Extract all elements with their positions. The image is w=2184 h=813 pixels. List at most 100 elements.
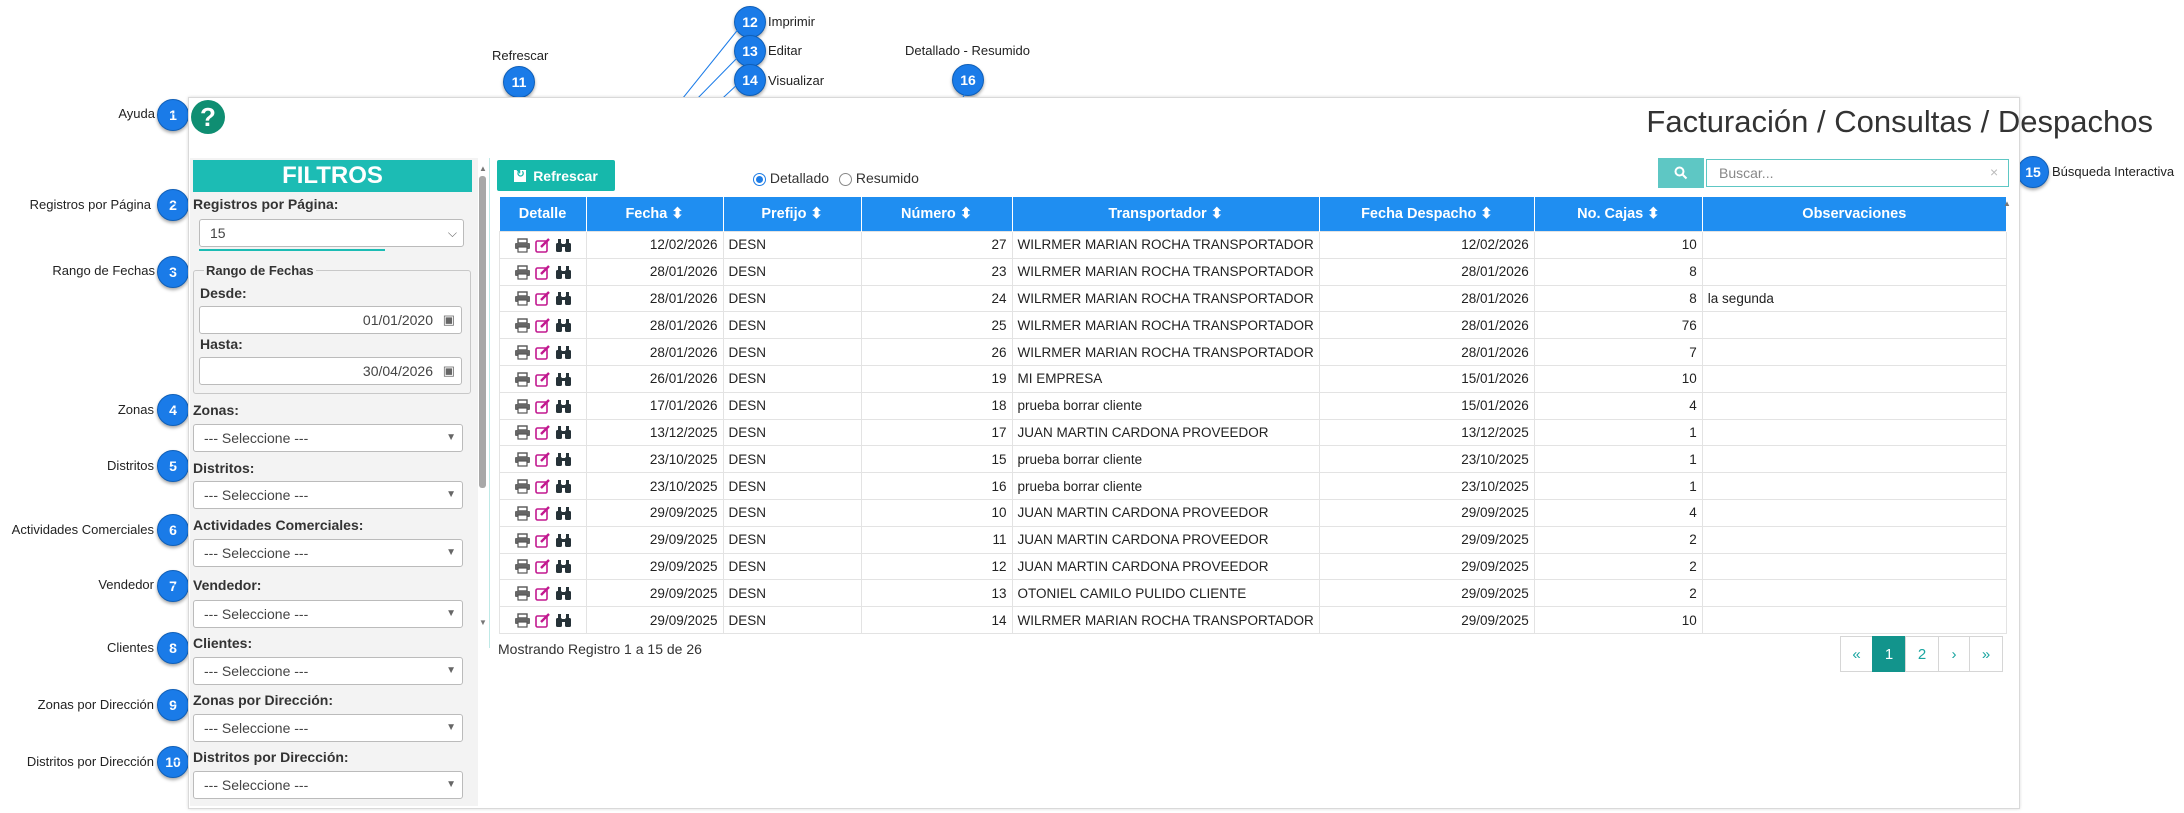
search-input[interactable]: Buscar... — [1706, 159, 2009, 187]
edit-icon[interactable] — [534, 425, 551, 441]
print-icon[interactable] — [514, 479, 531, 494]
print-icon[interactable] — [514, 506, 531, 521]
print-icon[interactable] — [514, 452, 531, 467]
zonas-select[interactable]: --- Seleccione --- ▼ — [193, 424, 463, 452]
table-row[interactable]: 28/01/2026 DESN 24 WILRMER MARIAN ROCHA TRA… — [499, 284, 2007, 313]
col-prefijo[interactable]: Prefijo ⬍ — [723, 197, 862, 232]
desde-date-input[interactable]: 01/01/2020 ▣ — [199, 306, 462, 334]
zonas-direccion-select[interactable]: --- Seleccione --- ▼ — [193, 714, 463, 742]
table-row[interactable]: 26/01/2026 DESN 19 MI EMPRESA 15/01/2026 10 — [499, 364, 2007, 393]
binoculars-icon[interactable] — [555, 586, 572, 601]
binoculars-icon[interactable] — [555, 452, 572, 467]
scroll-down-arrow[interactable]: ▼ — [479, 618, 487, 627]
binoculars-icon[interactable] — [555, 345, 572, 360]
calendar-icon[interactable]: ▣ — [443, 358, 455, 384]
print-icon[interactable] — [514, 586, 531, 601]
col-detalle[interactable]: Detalle — [499, 197, 587, 232]
table-row[interactable]: 17/01/2026 DESN 18 prueba borrar cliente 15/… — [499, 391, 2007, 420]
scrollbar-thumb[interactable] — [479, 176, 486, 488]
edit-icon[interactable] — [534, 318, 551, 334]
edit-icon[interactable] — [534, 586, 551, 602]
pagination-page-2[interactable]: 2 — [1905, 636, 1939, 672]
table-row[interactable]: 23/10/2025 DESN 15 prueba borrar cliente 23/… — [499, 445, 2007, 474]
print-icon[interactable] — [514, 238, 531, 253]
col-no-cajas[interactable]: No. Cajas ⬍ — [1534, 197, 1703, 232]
binoculars-icon[interactable] — [555, 613, 572, 628]
table-row[interactable]: 29/09/2025 DESN 10 JUAN MARTIN CARDONA PROV… — [499, 498, 2007, 527]
resumido-radio[interactable] — [838, 172, 852, 186]
table-row[interactable]: 28/01/2026 DESN 23 WILRMER MARIAN ROCHA TRA… — [499, 257, 2007, 286]
print-icon[interactable] — [514, 345, 531, 360]
edit-icon[interactable] — [534, 479, 551, 494]
binoculars-icon[interactable] — [555, 559, 572, 574]
print-icon[interactable] — [514, 398, 531, 414]
scroll-up-arrow[interactable]: ▲ — [479, 164, 487, 173]
edit-icon[interactable] — [534, 264, 551, 280]
binoculars-icon[interactable] — [555, 425, 572, 440]
binoculars-icon[interactable] — [555, 479, 572, 494]
edit-icon[interactable] — [534, 238, 551, 253]
sidebar-scrollbar[interactable]: ▲ ▼ — [476, 164, 488, 630]
col-fecha-despacho[interactable]: Fecha Despacho ⬍ — [1319, 197, 1535, 232]
calendar-icon[interactable]: ▣ — [443, 307, 455, 333]
table-row[interactable]: 12/02/2026 DESN 27 WILRMER MARIAN ROCHA TRA… — [499, 231, 2007, 259]
clientes-select[interactable]: --- Seleccione --- ▼ — [193, 657, 463, 685]
edit-icon[interactable] — [534, 505, 551, 521]
table-row[interactable]: 28/01/2026 DESN 25 WILRMER MARIAN ROCHA TRA… — [499, 311, 2007, 340]
edit-icon[interactable] — [534, 345, 551, 360]
print-icon[interactable] — [514, 559, 531, 575]
clear-search-icon[interactable]: × — [1990, 164, 1998, 180]
edit-icon[interactable] — [534, 398, 551, 414]
hasta-date-input[interactable]: 30/04/2026 ▣ — [199, 357, 462, 385]
distritos-direccion-select[interactable]: --- Seleccione --- ▼ — [193, 771, 463, 799]
print-icon[interactable] — [514, 291, 531, 307]
table-row[interactable]: 29/09/2025 DESN 14 WILRMER MARIAN ROCHA TRA… — [499, 606, 2007, 634]
pagination-next[interactable]: › — [1938, 636, 1970, 672]
table-row[interactable]: 23/10/2025 DESN 16 prueba borrar cliente 23/… — [499, 472, 2007, 500]
col-observaciones[interactable]: Observaciones — [1702, 197, 2007, 232]
edit-icon[interactable] — [534, 452, 551, 468]
vendedor-select[interactable]: --- Seleccione --- ▼ — [193, 600, 463, 628]
pagination-page-1[interactable]: 1 — [1872, 636, 1906, 672]
table-row[interactable]: 29/09/2025 DESN 13 OTONIEL CAMILO PULIDO CL… — [499, 579, 2007, 608]
edit-icon[interactable] — [534, 291, 551, 307]
edit-icon[interactable] — [534, 371, 551, 387]
col-fecha[interactable]: Fecha ⬍ — [586, 197, 724, 232]
distritos-select[interactable]: --- Seleccione --- ▼ — [193, 481, 463, 509]
detallado-radio[interactable] — [753, 172, 766, 186]
print-icon[interactable] — [514, 613, 531, 628]
print-icon[interactable] — [514, 532, 531, 548]
pagination-first[interactable]: « — [1840, 636, 1873, 672]
pagination-last[interactable]: » — [1969, 636, 2003, 672]
table-row[interactable]: 29/09/2025 DESN 12 JUAN MARTIN CARDONA PROV… — [499, 552, 2007, 581]
binoculars-icon[interactable] — [555, 238, 572, 253]
help-icon[interactable]: ? — [191, 100, 225, 134]
col-transportador[interactable]: Transportador ⬍ — [1012, 197, 1320, 232]
refresh-button[interactable]: ↻ Refrescar — [497, 160, 615, 191]
registros-select[interactable]: 15 ⌵ — [199, 219, 464, 247]
binoculars-icon[interactable] — [555, 318, 572, 333]
resumido-label[interactable]: Resumido — [856, 170, 919, 186]
binoculars-icon[interactable] — [555, 506, 572, 521]
edit-icon[interactable] — [534, 559, 551, 575]
table-row[interactable]: 13/12/2025 DESN 17 JUAN MARTIN CARDONA PROV… — [499, 418, 2007, 447]
edit-icon[interactable] — [534, 613, 551, 628]
binoculars-icon[interactable] — [555, 265, 572, 280]
actividades-select[interactable]: --- Seleccione --- ▼ — [193, 539, 463, 567]
search-button[interactable] — [1658, 158, 1704, 188]
binoculars-icon[interactable] — [555, 372, 572, 387]
table-row[interactable]: 28/01/2026 DESN 26 WILRMER MARIAN ROCHA TRA… — [499, 338, 2007, 366]
table-scroll-up-arrow[interactable]: ▲ — [2003, 199, 2011, 208]
detallado-label[interactable]: Detallado — [770, 170, 829, 186]
binoculars-icon[interactable] — [555, 291, 572, 306]
binoculars-icon[interactable] — [555, 399, 572, 414]
print-icon[interactable] — [514, 372, 531, 387]
table-row[interactable]: 29/09/2025 DESN 11 JUAN MARTIN CARDONA PROV… — [499, 525, 2007, 554]
binoculars-icon[interactable] — [555, 533, 572, 548]
print-icon[interactable] — [514, 264, 531, 280]
col-numero[interactable]: Número ⬍ — [861, 197, 1013, 232]
edit-icon[interactable] — [534, 532, 551, 548]
print-icon[interactable] — [514, 318, 531, 333]
clientes-label: Clientes: — [193, 635, 253, 651]
print-icon[interactable] — [514, 425, 531, 441]
